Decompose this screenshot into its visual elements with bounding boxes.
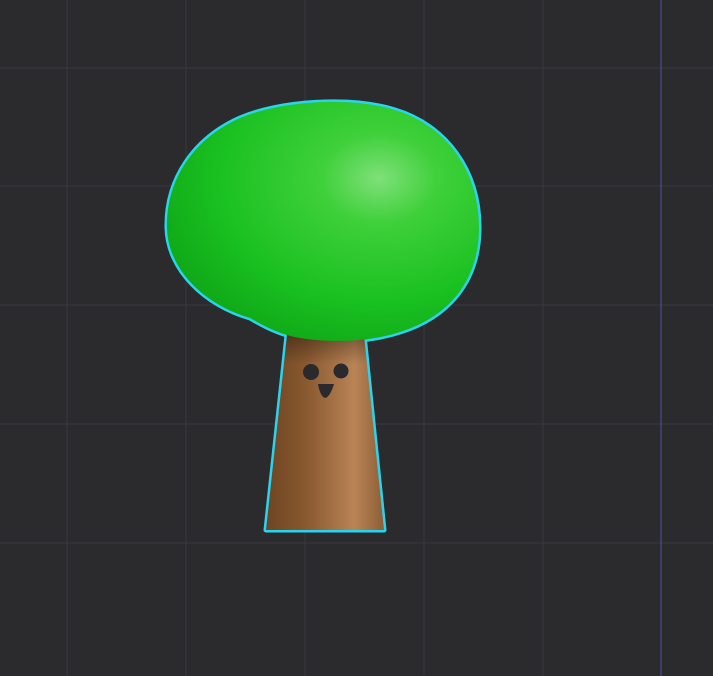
tree-canopy: [166, 101, 480, 341]
tree-object[interactable]: [0, 0, 713, 676]
left-eye: [303, 364, 319, 380]
editor-viewport[interactable]: [0, 0, 713, 676]
right-eye: [333, 363, 349, 379]
